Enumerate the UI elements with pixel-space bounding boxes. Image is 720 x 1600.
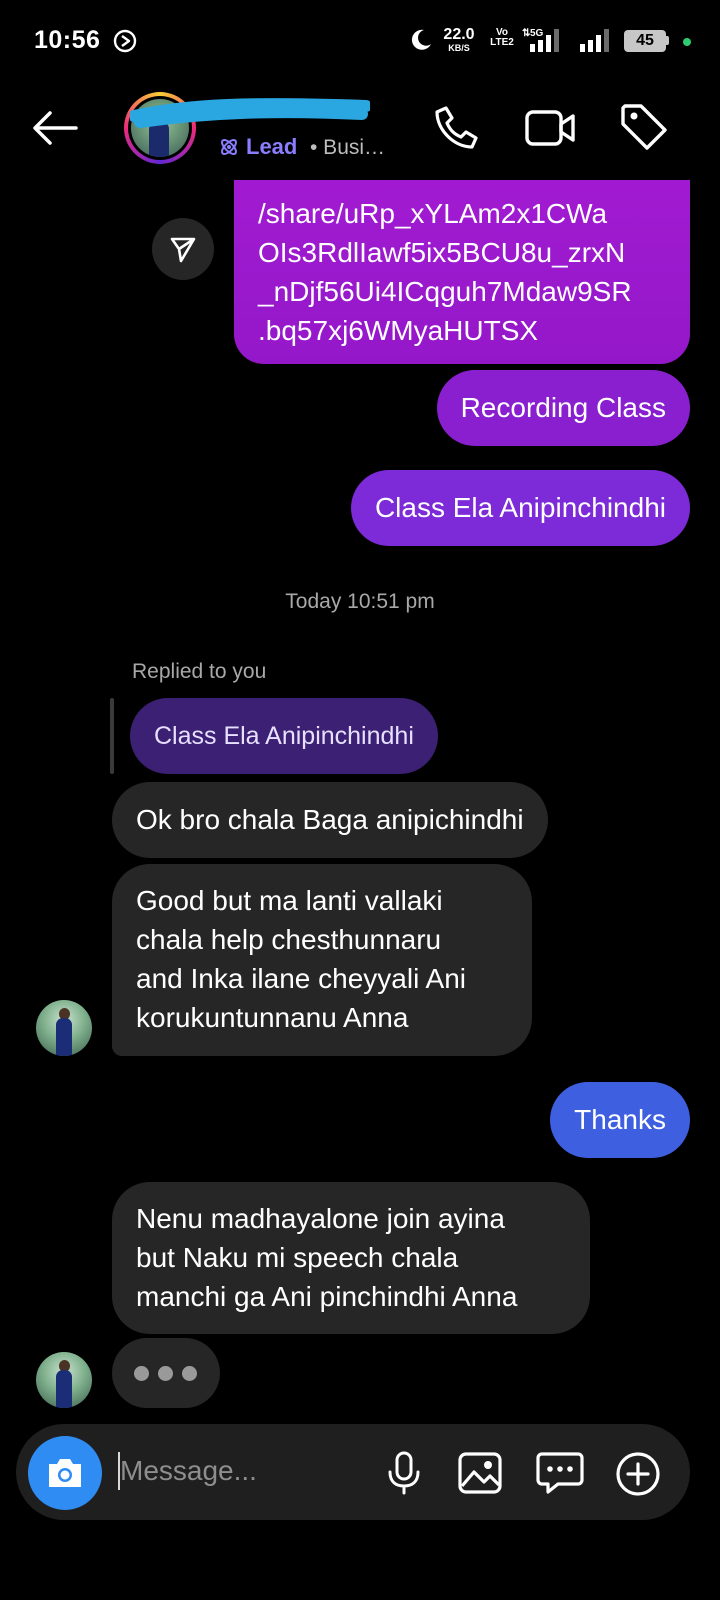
message-composer [16, 1424, 690, 1520]
incoming-message[interactable]: Good but ma lanti vallaki chala help che… [112, 864, 532, 1056]
incoming-message[interactable]: Ok bro chala Baga anipichindhi [112, 782, 548, 858]
outgoing-message[interactable]: Class Ela Anipinchindhi [350, 470, 690, 546]
signal-icon: ⇅ 5G [522, 28, 559, 52]
net-speed: 22.0 KB/S [440, 27, 478, 53]
microphone-icon[interactable] [384, 1450, 424, 1496]
chat-header: ... Lead • Busi… [0, 80, 720, 180]
moon-icon [411, 29, 431, 50]
volte-indicator: Vo LTE2 [488, 28, 516, 48]
typing-dot [134, 1366, 149, 1381]
lead-label[interactable]: Lead [246, 134, 297, 160]
volte-bottom: LTE2 [490, 37, 514, 48]
reply-indicator-bar [110, 698, 114, 774]
network-type: 5G [530, 28, 544, 39]
contact-subtitle: • Busi… [310, 136, 386, 159]
reply-quote[interactable]: Class Ela Anipinchindhi [130, 698, 438, 774]
camera-button[interactable] [28, 1436, 102, 1510]
phone-icon[interactable] [432, 104, 480, 152]
net-speed-value: 22.0 [443, 26, 475, 43]
outgoing-message[interactable]: Thanks [550, 1082, 690, 1158]
gallery-icon[interactable] [456, 1450, 504, 1496]
dnd-icon [113, 29, 137, 53]
sticker-icon[interactable] [536, 1450, 584, 1496]
send-icon [170, 237, 196, 263]
arrow-left-icon[interactable] [30, 108, 80, 148]
redaction-scribble [130, 98, 370, 128]
replied-label: Replied to you [132, 660, 267, 683]
status-bar: 10:56 22.0 KB/S Vo LTE2 ⇅ 5G 45 [0, 0, 720, 80]
signal-icon [580, 29, 609, 52]
message-timestamp: Today 10:51 pm [285, 590, 435, 613]
tag-icon[interactable] [620, 102, 668, 152]
message-input[interactable] [120, 1446, 370, 1496]
link-message-text: /share/uRp_xYLAm2x1CWa OIs3RdlIawf5ix5BC… [258, 198, 632, 346]
typing-indicator [112, 1338, 220, 1408]
video-icon[interactable] [524, 104, 576, 152]
incoming-message[interactable]: Nenu madhayalone join ayina but Naku mi … [112, 1182, 590, 1334]
outgoing-message[interactable]: Recording Class [436, 370, 690, 446]
share-button[interactable] [152, 218, 214, 280]
battery-tip [666, 36, 669, 45]
sender-avatar[interactable] [36, 1352, 92, 1408]
plus-icon[interactable] [614, 1450, 662, 1498]
sender-avatar[interactable] [36, 1000, 92, 1056]
privacy-indicator-dot [683, 38, 691, 46]
typing-dot [182, 1366, 197, 1381]
typing-dot [158, 1366, 173, 1381]
battery-icon: 45 [624, 30, 666, 52]
lead-icon [221, 139, 237, 155]
status-time: 10:56 [34, 26, 101, 54]
net-speed-unit: KB/S [448, 43, 470, 53]
camera-icon [49, 1459, 81, 1487]
